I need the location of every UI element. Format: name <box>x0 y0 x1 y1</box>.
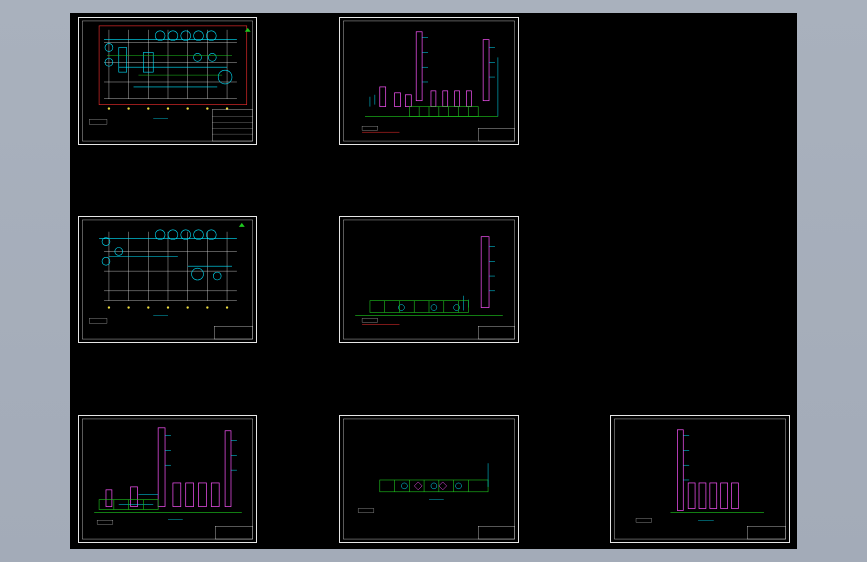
elevation-1-drawing <box>343 20 515 142</box>
elevation-3-drawing <box>82 418 253 540</box>
elevation-4-drawing <box>343 418 515 540</box>
drawing-sheet-elevation-3[interactable] <box>78 415 257 543</box>
elevation-5-drawing <box>614 418 786 540</box>
elevation-2-drawing <box>343 219 515 340</box>
plan-1-drawing <box>82 20 253 142</box>
drawing-sheet-elevation-5[interactable] <box>610 415 790 543</box>
plan-2-drawing <box>82 219 253 340</box>
drawing-sheet-elevation-1[interactable] <box>339 17 519 145</box>
drawing-sheet-plan-2[interactable] <box>78 216 257 343</box>
drawing-sheet-elevation-4[interactable] <box>339 415 519 543</box>
drawing-sheet-plan-1[interactable] <box>78 17 257 145</box>
drawing-sheet-elevation-2[interactable] <box>339 216 519 343</box>
drawing-canvas[interactable] <box>70 13 797 549</box>
